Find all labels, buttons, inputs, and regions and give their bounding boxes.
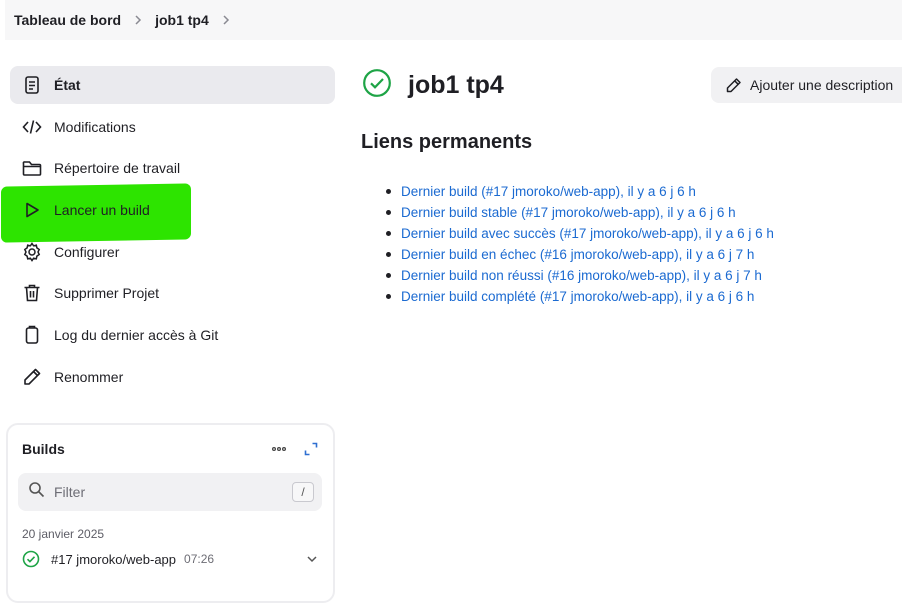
status-success-icon — [362, 68, 392, 103]
trash-icon — [21, 282, 43, 304]
permalink-last-completed[interactable]: Dernier build complété (#17 jmoroko/web-… — [401, 289, 754, 304]
sidebar-item-configurer[interactable]: Configurer — [10, 233, 335, 271]
permalinks-title: Liens permanents — [361, 131, 533, 153]
git-log-icon — [21, 324, 43, 346]
chevron-right-icon[interactable] — [220, 14, 232, 26]
list-item: Dernier build avec succès (#17 jmoroko/w… — [386, 223, 774, 244]
build-time: 07:26 — [184, 552, 215, 566]
sidebar-item-label: Lancer un build — [54, 202, 150, 219]
list-item: Dernier build stable (#17 jmoroko/web-ap… — [386, 202, 774, 223]
add-description-label: Ajouter une description — [750, 77, 894, 93]
more-options-icon[interactable] — [271, 441, 287, 457]
sidebar: État Modifications Répertoire de travail… — [1, 66, 335, 400]
chevron-right-icon — [132, 14, 144, 26]
sidebar-item-label: Configurer — [54, 243, 120, 260]
builds-header: Builds — [8, 425, 333, 473]
permalink-last-unsuccessful[interactable]: Dernier build non réussi (#16 jmoroko/we… — [401, 268, 762, 283]
build-date: 20 janvier 2025 — [22, 527, 105, 541]
breadcrumb: Tableau de bord job1 tp4 — [5, 0, 902, 40]
list-item: Dernier build en échec (#16 jmoroko/web-… — [386, 244, 774, 265]
sidebar-item-repertoire[interactable]: Répertoire de travail — [10, 149, 335, 187]
breadcrumb-job[interactable]: job1 tp4 — [155, 12, 209, 28]
expand-icon[interactable] — [303, 441, 319, 457]
sidebar-item-label: Répertoire de travail — [54, 160, 181, 177]
permalink-last-build[interactable]: Dernier build (#17 jmoroko/web-app), il … — [401, 184, 696, 199]
builds-panel: Builds / 20 janvier 2025 #17 jmoroko/web… — [6, 423, 335, 603]
builds-filter: / — [18, 473, 322, 511]
pencil-icon — [21, 366, 43, 388]
sidebar-item-label: État — [54, 77, 81, 93]
filter-input[interactable] — [54, 484, 292, 500]
build-label[interactable]: #17 jmoroko/web-app — [51, 552, 176, 567]
sidebar-item-supprimer[interactable]: Supprimer Projet — [10, 274, 335, 312]
list-item: Dernier build complété (#17 jmoroko/web-… — [386, 286, 774, 307]
code-icon — [21, 116, 43, 138]
permalink-last-successful[interactable]: Dernier build avec succès (#17 jmoroko/w… — [401, 226, 774, 241]
builds-title: Builds — [22, 441, 65, 457]
sidebar-item-label: Log du dernier accès à Git — [54, 327, 219, 344]
page-title-row: job1 tp4 — [362, 68, 504, 103]
gear-icon — [21, 241, 43, 263]
shortcut-key: / — [292, 482, 314, 502]
list-item: Dernier build (#17 jmoroko/web-app), il … — [386, 181, 774, 202]
sidebar-item-label: Modifications — [54, 118, 136, 135]
sidebar-item-etat[interactable]: État — [10, 66, 335, 104]
sidebar-item-label: Renommer — [54, 368, 124, 385]
breadcrumb-dashboard[interactable]: Tableau de bord — [14, 12, 121, 28]
permalink-last-failed[interactable]: Dernier build en échec (#16 jmoroko/web-… — [401, 247, 754, 262]
folder-icon — [21, 157, 43, 179]
page-title: job1 tp4 — [408, 71, 504, 99]
sidebar-item-git-log[interactable]: Log du dernier accès à Git — [10, 316, 335, 354]
build-row[interactable]: #17 jmoroko/web-app 07:26 — [8, 541, 333, 577]
pencil-icon — [725, 77, 742, 94]
success-check-icon — [22, 550, 40, 568]
document-icon — [21, 74, 43, 96]
chevron-down-icon[interactable] — [305, 552, 319, 566]
sidebar-item-modifications[interactable]: Modifications — [10, 108, 335, 146]
sidebar-item-label: Supprimer Projet — [54, 285, 160, 302]
permalink-last-stable[interactable]: Dernier build stable (#17 jmoroko/web-ap… — [401, 205, 736, 220]
play-icon — [21, 199, 43, 221]
permalinks-list: Dernier build (#17 jmoroko/web-app), il … — [386, 181, 774, 307]
sidebar-item-lancer-build[interactable]: Lancer un build — [10, 191, 335, 229]
add-description-button[interactable]: Ajouter une description — [711, 67, 902, 103]
sidebar-item-renommer[interactable]: Renommer — [10, 358, 335, 396]
search-icon — [28, 481, 45, 503]
list-item: Dernier build non réussi (#16 jmoroko/we… — [386, 265, 774, 286]
